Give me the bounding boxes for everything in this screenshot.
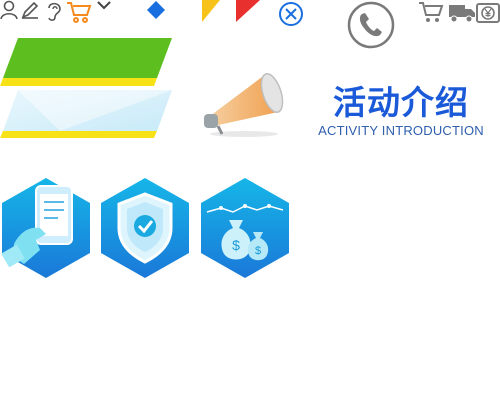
ear-icon[interactable] bbox=[44, 0, 64, 22]
light-banner-shape bbox=[0, 88, 175, 145]
svg-text:$: $ bbox=[255, 245, 261, 257]
truck-icon[interactable] bbox=[448, 2, 476, 24]
pencil-icon[interactable] bbox=[20, 0, 40, 20]
diamond-icon bbox=[146, 0, 166, 20]
chevron-down-icon[interactable] bbox=[96, 0, 112, 12]
shield-check-icon bbox=[101, 178, 189, 278]
section-title-cn: 活动介绍 bbox=[333, 83, 469, 122]
close-circle-icon[interactable] bbox=[278, 1, 304, 27]
money-bags-badge[interactable]: $ $ bbox=[199, 176, 291, 280]
section-title-en: ACTIVITY INTRODUCTION bbox=[318, 123, 484, 138]
svg-text:$: $ bbox=[232, 237, 240, 253]
yen-box-icon[interactable] bbox=[476, 2, 500, 24]
phone-hand-badge[interactable] bbox=[0, 176, 92, 280]
megaphone-icon bbox=[200, 68, 290, 143]
phone-circle-icon[interactable] bbox=[346, 0, 396, 50]
green-banner-shape bbox=[0, 36, 175, 91]
shield-check-badge[interactable] bbox=[99, 176, 191, 280]
money-bags-icon: $ $ bbox=[201, 178, 289, 278]
cart-icon[interactable] bbox=[66, 0, 92, 24]
phone-hand-icon bbox=[1, 178, 90, 278]
flag-icon bbox=[202, 0, 262, 24]
cart-outline-icon[interactable] bbox=[418, 0, 444, 24]
user-icon[interactable] bbox=[0, 0, 18, 20]
